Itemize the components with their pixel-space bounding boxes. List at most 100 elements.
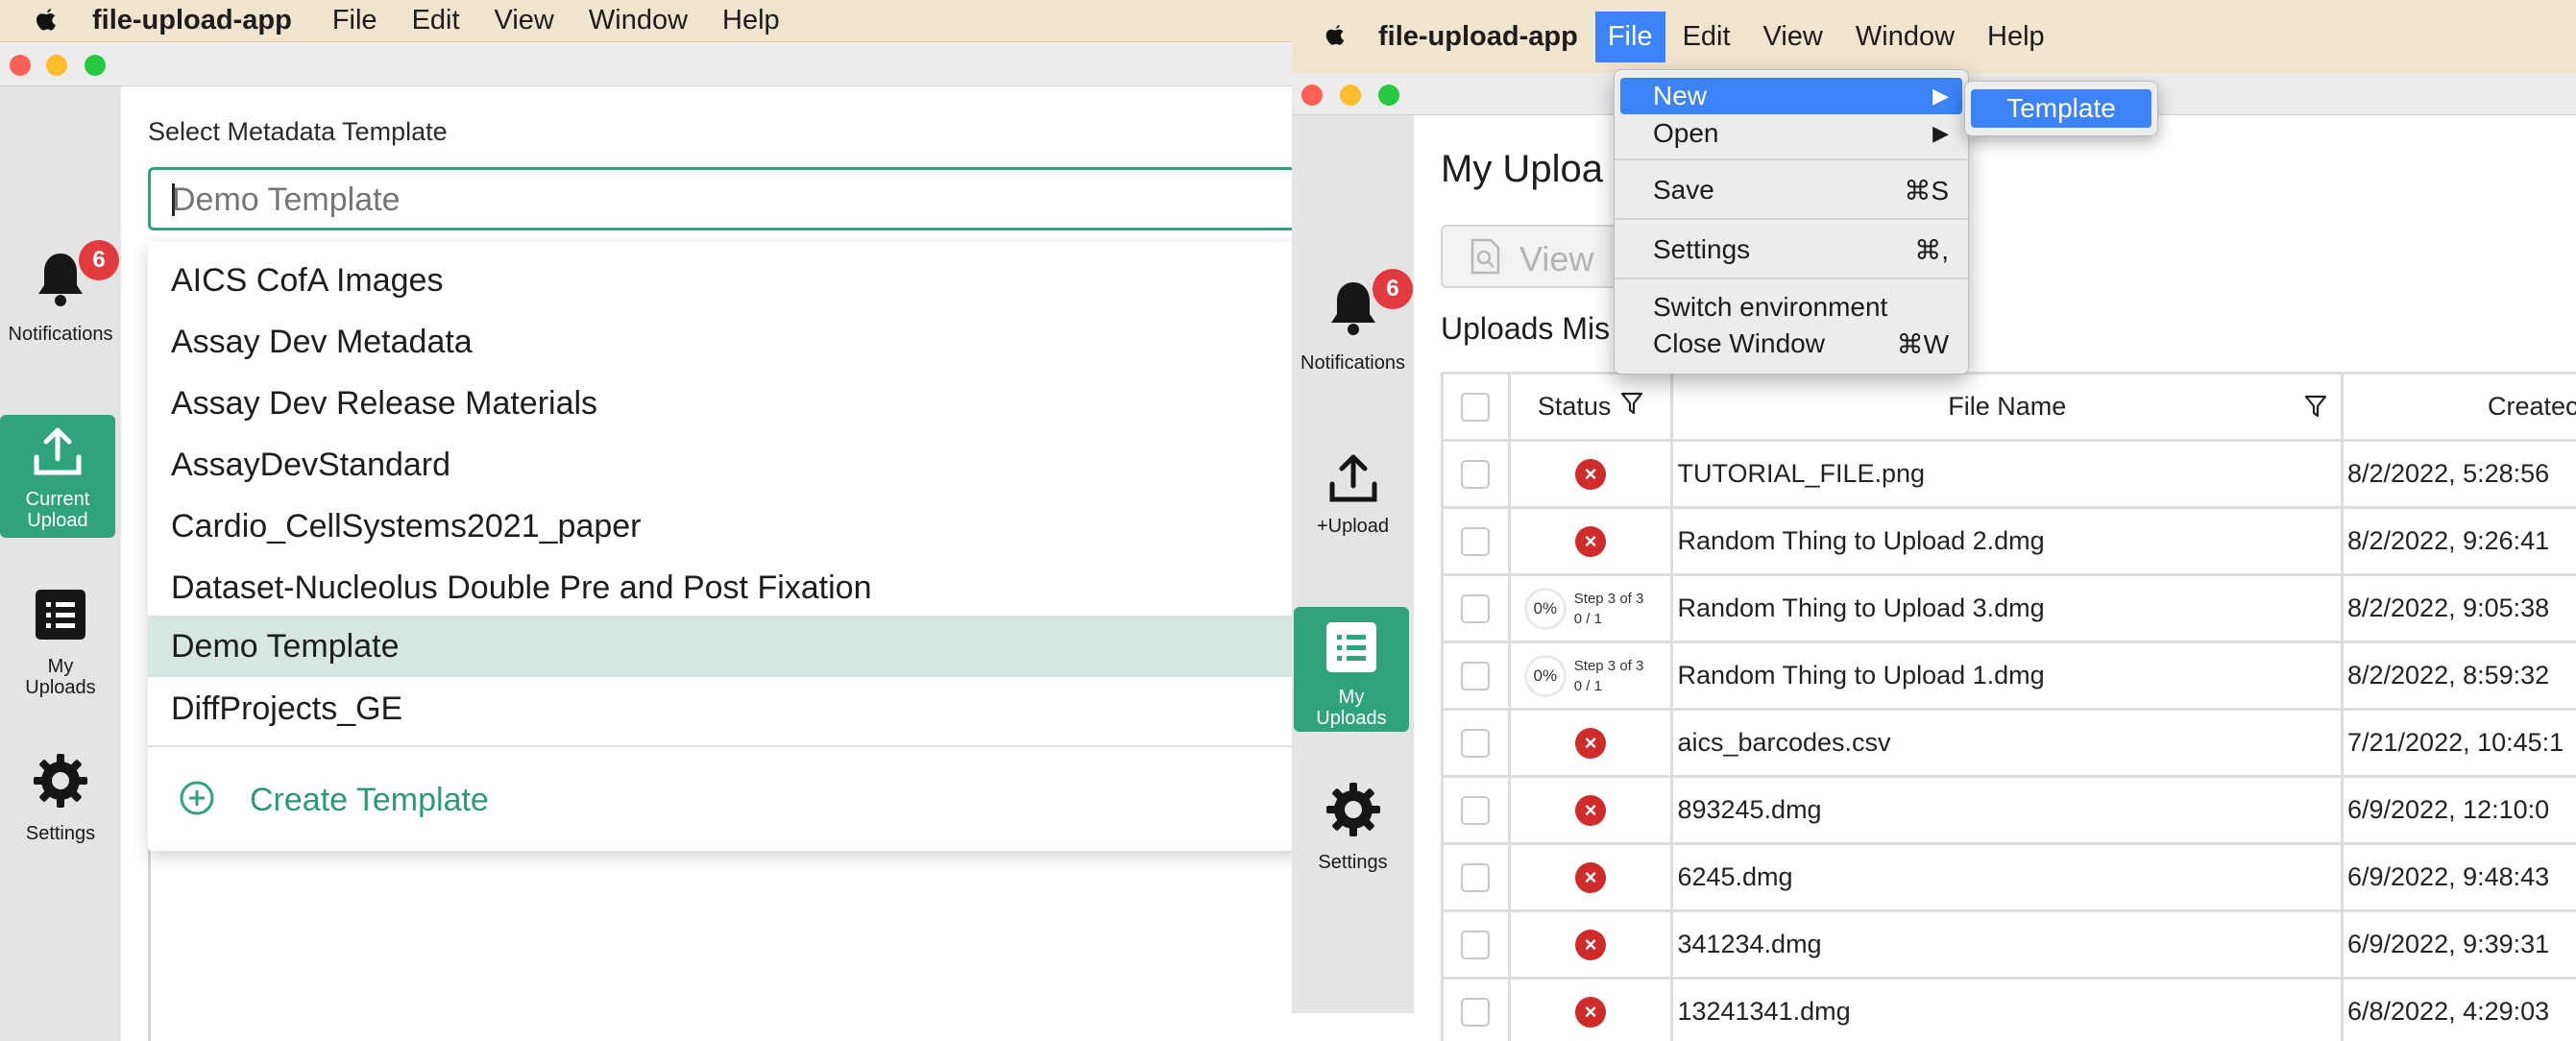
sidebar-item-label: Notifications: [1300, 352, 1405, 374]
row-checkbox[interactable]: [1461, 593, 1491, 623]
file-name-cell: 893245.dmg: [1670, 775, 2344, 845]
menu-help[interactable]: Help: [722, 5, 780, 36]
sidebar-item-label: Settings: [25, 823, 96, 844]
template-option-assaydevstandard[interactable]: AssayDevStandard: [148, 435, 1292, 495]
menu-view[interactable]: View: [1763, 21, 1823, 53]
menu-file-active[interactable]: File: [1594, 11, 1665, 62]
row-checkbox[interactable]: [1461, 930, 1491, 959]
status-cell: ×: [1507, 775, 1674, 845]
app-name[interactable]: file-upload-app: [92, 5, 292, 36]
sidebar-item-settings[interactable]: Settings: [1292, 780, 1414, 885]
file-name-column-header[interactable]: File Name: [1670, 372, 2344, 442]
table-row[interactable]: × TUTORIAL_FILE.png 8/2/2022, 5:28:56: [1441, 439, 2576, 509]
table-row[interactable]: × 6245.dmg 6/9/2022, 9:48:43: [1441, 842, 2576, 912]
menu-edit[interactable]: Edit: [1683, 21, 1731, 53]
sidebar-item-label: +Upload: [1316, 516, 1390, 537]
left-screenshot: file-upload-app File Edit View Window He…: [0, 0, 1292, 1041]
submenu-item-template[interactable]: Template: [1971, 89, 2151, 128]
menu-separator: [1615, 158, 1968, 160]
apple-icon[interactable]: [0, 7, 92, 36]
menu-item-switch-environment[interactable]: Switch environment: [1620, 289, 1962, 326]
menu-window[interactable]: Window: [1856, 21, 1955, 53]
template-search-combobox[interactable]: [148, 167, 1292, 230]
row-checkbox[interactable]: [1461, 862, 1491, 892]
table-row[interactable]: × 13241341.dmg 6/8/2022, 4:29:03: [1441, 977, 2576, 1041]
table-row[interactable]: 0% Step 3 of 3 0 / 1 Random Thing to Uplo…: [1441, 641, 2576, 711]
template-search-input[interactable]: [172, 178, 1228, 222]
template-option-demo-template[interactable]: Demo Template: [148, 616, 1292, 677]
row-checkbox[interactable]: [1461, 728, 1491, 758]
menu-window[interactable]: Window: [589, 5, 688, 36]
template-option-assay-dev-metadata[interactable]: Assay Dev Metadata: [148, 312, 1292, 372]
close-window-button[interactable]: [10, 55, 31, 76]
sidebar-item-settings[interactable]: Settings: [0, 751, 121, 857]
filter-icon[interactable]: [1620, 391, 1643, 423]
menu-item-open[interactable]: Open ▶: [1620, 115, 1962, 152]
app-name[interactable]: file-upload-app: [1378, 21, 1578, 53]
sidebar-item-my-uploads[interactable]: My Uploads: [0, 588, 121, 713]
row-checkbox-cell: [1441, 506, 1511, 576]
zoom-window-button[interactable]: [85, 55, 106, 76]
row-checkbox[interactable]: [1461, 661, 1491, 690]
row-checkbox[interactable]: [1461, 795, 1491, 825]
right-screenshot: file-upload-app File Edit View Window He…: [1292, 0, 2576, 1041]
menu-item-close-window[interactable]: Close Window ⌘W: [1620, 326, 1962, 362]
status-cell: ×: [1507, 909, 1674, 980]
status-column-header[interactable]: Status: [1507, 372, 1674, 442]
menu-item-settings[interactable]: Settings ⌘,: [1620, 230, 1962, 269]
file-name-cell: Random Thing to Upload 1.dmg: [1670, 641, 2344, 711]
select-template-label: Select Metadata Template: [148, 117, 448, 146]
template-option-cardio-cellsystems[interactable]: Cardio_CellSystems2021_paper: [148, 496, 1292, 556]
filter-icon[interactable]: [2304, 394, 2327, 425]
minimize-window-button[interactable]: [1340, 85, 1361, 106]
table-row[interactable]: × 341234.dmg 6/9/2022, 9:39:31: [1441, 909, 2576, 980]
error-icon: ×: [1575, 458, 1607, 490]
template-option-diffprojects-ge[interactable]: DiffProjects_GE: [148, 679, 1292, 738]
view-button[interactable]: View: [1470, 238, 1593, 279]
row-checkbox[interactable]: [1461, 997, 1491, 1027]
dropdown-divider: [148, 745, 1292, 747]
row-checkbox-cell: [1441, 708, 1511, 778]
sidebar-item-upload[interactable]: +Upload: [1292, 453, 1414, 549]
table-row[interactable]: 0% Step 3 of 3 0 / 1 Random Thing to Uplo…: [1441, 573, 2576, 643]
apple-icon[interactable]: [1292, 23, 1378, 50]
menu-file[interactable]: File: [332, 5, 377, 36]
menu-item-new[interactable]: New ▶: [1620, 78, 1962, 114]
template-option-dataset-nucleolus[interactable]: Dataset-Nucleolus Double Pre and Post Fi…: [148, 558, 1292, 617]
sidebar-item-current-upload[interactable]: Current Upload: [0, 415, 115, 538]
menu-edit[interactable]: Edit: [412, 5, 460, 36]
error-icon: ×: [1575, 525, 1607, 557]
document-search-icon: [1470, 238, 1502, 279]
zoom-window-button[interactable]: [1378, 85, 1399, 106]
row-checkbox[interactable]: [1461, 459, 1491, 489]
menu-item-open-label: Open: [1653, 118, 1719, 148]
menu-help[interactable]: Help: [1987, 21, 2045, 53]
created-cell: 8/2/2022, 8:59:32: [2340, 641, 2576, 711]
minimize-window-button[interactable]: [46, 55, 67, 76]
menu-item-save[interactable]: Save ⌘S: [1620, 171, 1962, 209]
gear-icon: [31, 751, 90, 815]
select-all-checkbox[interactable]: [1461, 392, 1491, 422]
template-option-aics-cofa-images[interactable]: AICS CofA Images: [148, 251, 1292, 310]
error-icon: ×: [1575, 929, 1607, 960]
create-template-button[interactable]: Create Template: [179, 766, 489, 834]
list-icon: [34, 588, 87, 646]
page-title: My Uploa: [1441, 148, 1603, 190]
sidebar-item-my-uploads[interactable]: My Uploads: [1294, 607, 1409, 732]
sidebar-item-notifications[interactable]: Notifications 6: [0, 240, 121, 355]
status-cell: ×: [1507, 708, 1674, 778]
row-checkbox[interactable]: [1461, 526, 1491, 556]
sidebar-item-label: Notifications: [8, 324, 113, 345]
created-column-header[interactable]: Createc: [2340, 372, 2576, 442]
close-window-button[interactable]: [1301, 85, 1323, 106]
menu-view[interactable]: View: [495, 5, 554, 36]
sidebar-item-notifications[interactable]: Notifications 6: [1292, 269, 1414, 384]
created-cell: 8/2/2022, 9:26:41: [2340, 506, 2576, 576]
status-cell: ×: [1507, 506, 1674, 576]
table-row[interactable]: × Random Thing to Upload 2.dmg 8/2/2022,…: [1441, 506, 2576, 576]
template-option-assay-dev-release-materials[interactable]: Assay Dev Release Materials: [148, 374, 1292, 433]
table-row[interactable]: × aics_barcodes.csv 7/21/2022, 10:45:1: [1441, 708, 2576, 778]
table-row[interactable]: × 893245.dmg 6/9/2022, 12:10:0: [1441, 775, 2576, 845]
select-all-cell: [1441, 372, 1511, 442]
row-checkbox-cell: [1441, 977, 1511, 1041]
